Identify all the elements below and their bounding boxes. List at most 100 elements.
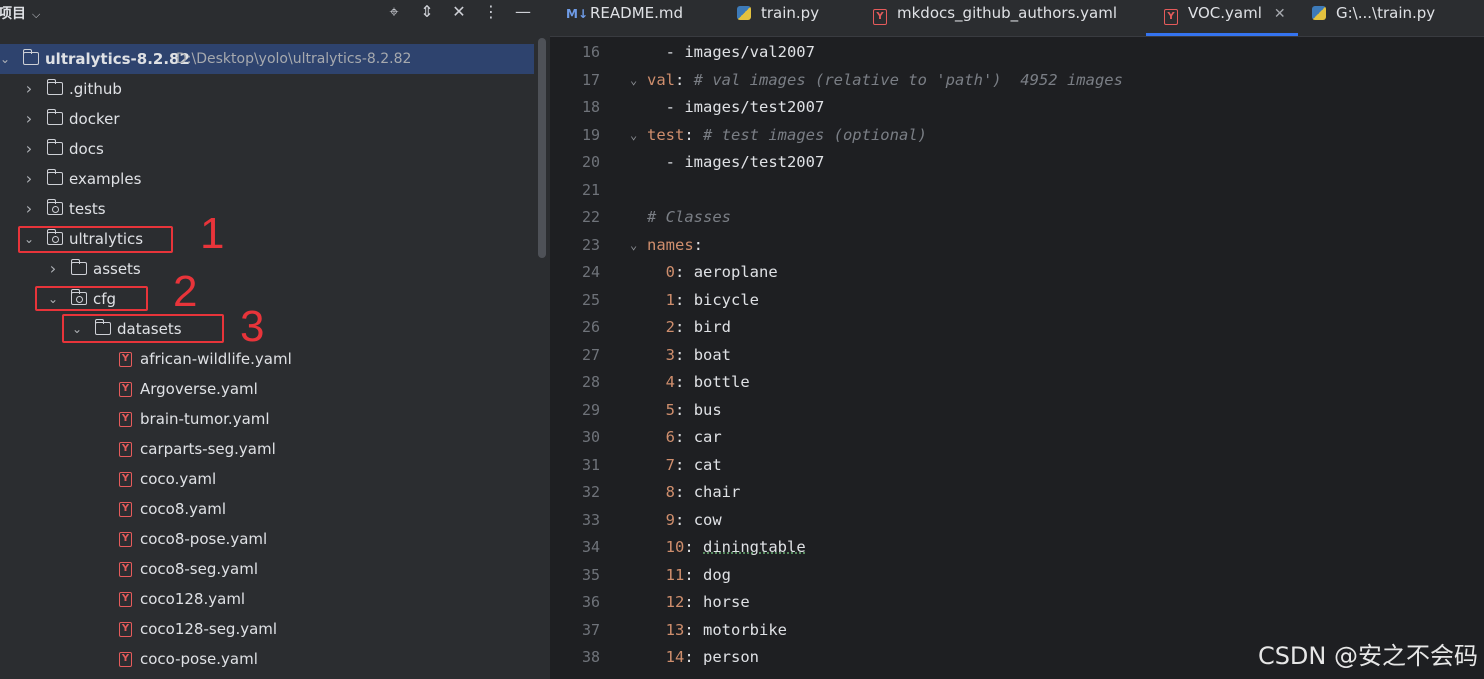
tree-item-examples[interactable]: › examples xyxy=(0,164,534,194)
code-line[interactable]: 33 9: cow xyxy=(550,507,1484,534)
tab-voc-yaml[interactable]: Y VOC.yaml ✕ xyxy=(1146,0,1298,36)
chevron-right-icon[interactable]: › xyxy=(23,164,35,194)
root-folder-label: ultralytics-8.2.82 xyxy=(45,50,190,68)
file-item[interactable]: Ycoco128-seg.yaml xyxy=(0,614,534,644)
code-line[interactable]: 23 ⌄ names: xyxy=(550,232,1484,259)
code-line[interactable]: 20 - images/test2007 xyxy=(550,149,1484,176)
code-line[interactable]: 28 4: bottle xyxy=(550,369,1484,396)
chevron-down-icon[interactable]: ⌵ xyxy=(32,8,40,21)
line-number: 25 xyxy=(581,290,600,309)
tab-g------train-py[interactable]: G:\...\train.py xyxy=(1312,0,1435,36)
line-number: 18 xyxy=(581,98,600,116)
tree-item-github[interactable]: › .github xyxy=(0,74,534,104)
code-text: 2: bird xyxy=(665,318,732,336)
class-index: 14 xyxy=(665,648,685,666)
code-line[interactable]: 34 10: diningtable xyxy=(550,534,1484,561)
chevron-right-icon[interactable]: › xyxy=(23,134,35,164)
fold-chevron-icon[interactable]: ⌄ xyxy=(630,232,637,259)
code-line[interactable]: 22 # Classes xyxy=(550,204,1484,231)
code-line[interactable]: 16 - images/val2007 xyxy=(550,39,1484,66)
chevron-right-icon[interactable]: › xyxy=(47,254,59,284)
file-label: coco128.yaml xyxy=(140,590,246,608)
file-item[interactable]: Y Argoverse.yaml xyxy=(0,374,534,404)
tab-mkdocs-github-authors-yaml[interactable]: Ymkdocs_github_authors.yaml xyxy=(873,0,1117,36)
code-text: 5: bus xyxy=(665,400,722,419)
close-icon[interactable]: ✕ xyxy=(1274,6,1286,22)
scrollbar[interactable] xyxy=(538,38,546,258)
project-title[interactable]: 项目 ⌵ xyxy=(0,3,40,23)
code-line[interactable]: 19 ⌄ test: # test images (optional) xyxy=(550,122,1484,149)
fold-chevron-icon[interactable]: ⌄ xyxy=(630,67,637,94)
yaml-value: - images/val2007 xyxy=(647,43,815,61)
chevron-right-icon[interactable]: › xyxy=(23,194,35,224)
code-line[interactable]: 27 3: boat xyxy=(550,342,1484,369)
code-line[interactable]: 25 1: bicycle xyxy=(550,287,1484,314)
yaml-value: - images/test2007 xyxy=(647,98,825,116)
fold-chevron-icon[interactable]: ⌄ xyxy=(630,122,637,149)
file-item[interactable]: Ycoco8-seg.yaml xyxy=(0,554,534,584)
class-name: bird xyxy=(693,318,732,336)
class-name: diningtable xyxy=(703,538,806,556)
yaml-icon: Y xyxy=(119,652,132,667)
line-number: 21 xyxy=(581,180,600,199)
chevron-down-icon[interactable]: ⌄ xyxy=(0,44,11,74)
project-header: 项目 ⌵ ⌖ ⇕ ✕ ⋮ — xyxy=(0,0,550,26)
code-line[interactable]: 17 ⌄ val: # val images (relative to 'path'… xyxy=(550,67,1484,94)
options-icon[interactable]: ⋮ xyxy=(480,1,502,23)
code-line[interactable]: 29 5: bus xyxy=(550,397,1484,424)
python-icon xyxy=(1312,6,1326,20)
file-item[interactable]: Ycarparts-seg.yaml xyxy=(0,434,534,464)
yaml-icon: Y xyxy=(119,352,132,367)
code-line[interactable]: 26 2: bird xyxy=(550,314,1484,341)
tree-item-label: docs xyxy=(69,140,104,158)
tree-root-row[interactable]: ⌄ ultralytics-8.2.82 D:\Desktop\yolo\ultra… xyxy=(0,44,534,74)
tab-readme-md[interactable]: M↓ README.md xyxy=(566,0,683,36)
tree-item-docker[interactable]: › docker xyxy=(0,104,534,134)
code-text: 0: aeroplane xyxy=(665,263,778,281)
code-line[interactable]: 24 0: aeroplane xyxy=(550,259,1484,286)
class-name: horse xyxy=(703,593,750,611)
minimize-icon[interactable]: — xyxy=(512,1,534,23)
file-item[interactable]: Ycoco128.yaml xyxy=(0,584,534,614)
root-folder-path: D:\Desktop\yolo\ultralytics-8.2.82 xyxy=(176,51,412,67)
tree-item-docs[interactable]: › docs xyxy=(0,134,534,164)
line-number: 24 xyxy=(581,263,600,281)
locate-icon[interactable]: ⌖ xyxy=(383,1,405,23)
code-text: 4: bottle xyxy=(665,373,750,391)
file-label: carparts-seg.yaml xyxy=(140,440,276,458)
expand-all-icon[interactable]: ⇕ xyxy=(416,1,438,23)
code-line[interactable]: 31 7: cat xyxy=(550,452,1484,479)
code-text: - images/test2007 xyxy=(647,94,825,121)
code-line[interactable]: 36 12: horse xyxy=(550,589,1484,616)
chevron-right-icon[interactable]: › xyxy=(23,74,35,104)
code-line[interactable]: 30 6: car xyxy=(550,424,1484,451)
file-item[interactable]: Ybrain-tumor.yaml xyxy=(0,404,534,434)
class-index: 7 xyxy=(665,455,676,474)
file-item[interactable]: Yafrican-wildlife.yaml xyxy=(0,344,534,374)
tab-train-py[interactable]: train.py xyxy=(737,0,819,36)
code-line[interactable]: 35 11: dog xyxy=(550,562,1484,589)
class-index: 12 xyxy=(665,593,685,611)
tree-item-label: tests xyxy=(69,200,106,218)
annotation-box-2 xyxy=(35,286,148,311)
code-line[interactable]: 32 8: chair xyxy=(550,479,1484,506)
file-item[interactable]: Ycoco.yaml xyxy=(0,464,534,494)
code-editor[interactable]: 16 - images/val2007 17 ⌄ val: # val images … xyxy=(550,37,1484,679)
folder-icon xyxy=(46,169,63,185)
file-item[interactable]: Ycoco8.yaml xyxy=(0,494,534,524)
tree-item-tests[interactable]: › tests xyxy=(0,194,534,224)
code-text: 8: chair xyxy=(665,483,741,501)
code-line[interactable]: 21 xyxy=(550,177,1484,204)
code-text: - images/test2007 xyxy=(647,149,825,176)
file-item[interactable]: Ycoco-pose.yaml xyxy=(0,644,534,674)
line-number: 22 xyxy=(581,208,600,226)
line-number: 29 xyxy=(581,400,600,419)
tree-item-assets[interactable]: › assets xyxy=(0,254,534,284)
collapse-all-icon[interactable]: ✕ xyxy=(448,1,470,23)
file-item[interactable]: Ycoco8-pose.yaml xyxy=(0,524,534,554)
class-name: boat xyxy=(693,345,732,364)
yaml-icon: Y xyxy=(119,622,132,637)
class-name: cat xyxy=(693,455,722,474)
code-line[interactable]: 18 - images/test2007 xyxy=(550,94,1484,121)
chevron-right-icon[interactable]: › xyxy=(23,104,35,134)
